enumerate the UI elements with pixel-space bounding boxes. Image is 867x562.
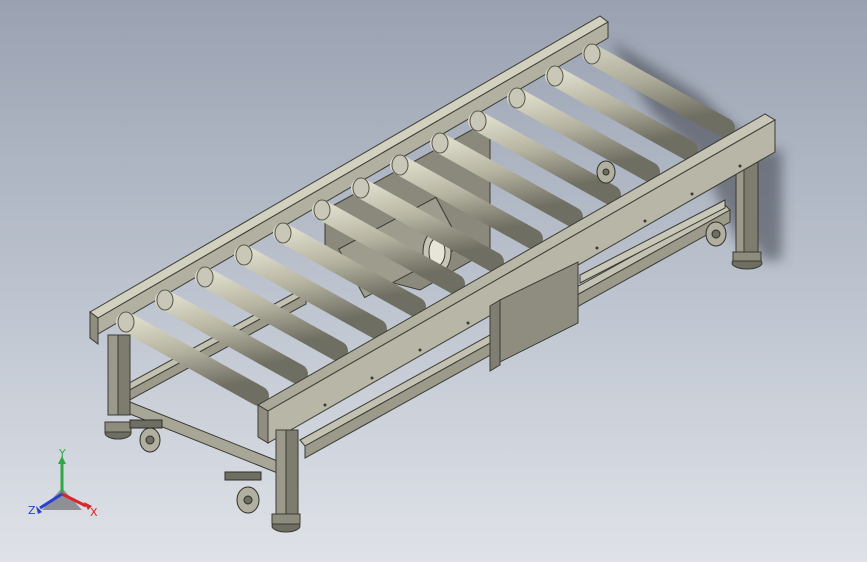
caster-front-right xyxy=(224,471,262,514)
z-axis-label: Z xyxy=(28,504,36,517)
graphics-viewport[interactable]: Y Z X xyxy=(0,0,867,562)
x-axis-label: X xyxy=(90,506,98,519)
front-side-rail xyxy=(257,113,776,444)
caster-back-right xyxy=(705,221,727,247)
caster-front-left xyxy=(129,419,163,453)
y-axis-label: Y xyxy=(58,448,66,460)
caster-back-left xyxy=(596,160,616,184)
back-legs xyxy=(731,159,763,270)
roller-13 xyxy=(582,43,735,138)
conveyor-model[interactable] xyxy=(0,0,867,562)
orientation-triad: Y Z X xyxy=(24,447,104,528)
